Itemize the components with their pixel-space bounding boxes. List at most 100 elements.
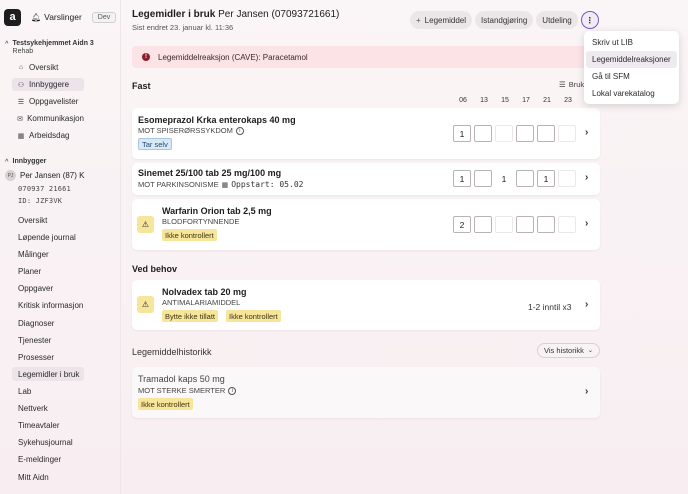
dose-cell-21[interactable] — [537, 216, 555, 233]
last-changed: Sist endret 23. januar kl. 11:36 — [132, 23, 234, 32]
patient-nav-nettverk[interactable]: Nettverk — [12, 401, 84, 415]
alerts-label: Varslinger — [44, 12, 82, 22]
show-history-button[interactable]: Vis historikk ⌄ — [537, 343, 600, 358]
unit-sub: Rehab — [12, 48, 34, 55]
fast-heading: Fast — [132, 81, 151, 91]
dose-cell-17[interactable] — [516, 170, 534, 187]
dose-cell-17[interactable] — [516, 216, 534, 233]
patient-row[interactable]: PJ Per Jansen (87) K — [5, 170, 84, 181]
page-title-patient: Per Jansen (07093721661) — [218, 9, 340, 20]
alerts-link[interactable]: 🔔︎ Varslinger — [31, 12, 82, 22]
people-icon: ⚇ — [17, 81, 25, 89]
medication-card-esomeprazol[interactable]: Esomeprazol Krka enterokaps 40 mg MOT SP… — [132, 108, 600, 159]
dose-cell-06[interactable]: 1 — [453, 125, 471, 142]
sidebar-item-oversikt[interactable]: ⌂ Oversikt — [12, 61, 84, 74]
dose-cell-23[interactable] — [558, 125, 576, 142]
dose-cell-06[interactable]: 1 — [453, 170, 471, 187]
dose-cell-13[interactable] — [474, 125, 492, 142]
chevron-right-icon[interactable]: › — [585, 299, 588, 310]
tag-tar-selv: Tar selv — [138, 138, 172, 150]
history-heading: Legemiddelhistorikk — [132, 347, 212, 357]
sidebar-item-innbyggere[interactable]: ⚇ Innbyggere — [12, 78, 84, 91]
dose-cell-15[interactable] — [495, 125, 513, 142]
patient-nav-mitt-aidn[interactable]: Mitt Aidn — [12, 470, 84, 484]
medication-card-tramadol[interactable]: Tramadol kaps 50 mg MOT STERKE SMERTER i… — [132, 367, 600, 418]
patient-nav-oversikt[interactable]: Oversikt — [12, 213, 84, 227]
exclamation-icon: ! — [142, 53, 150, 61]
sidebar-item-kommunikasjon[interactable]: ✉ Kommunikasjon — [12, 112, 84, 125]
warning-icon: ⚠ — [137, 216, 154, 233]
chevron-up-icon: ^ — [5, 41, 9, 47]
patient-nav-malinger[interactable]: Målinger — [12, 247, 84, 261]
medication-card-warfarin[interactable]: ⚠ Warfarin Orion tab 2,5 mg BLODFORTYNNE… — [132, 199, 600, 250]
dose-cell-21[interactable] — [537, 125, 555, 142]
patient-nav-e-meldinger[interactable]: E-meldinger — [12, 452, 84, 466]
dose-cell-06[interactable]: 2 — [453, 216, 471, 233]
more-options-button[interactable]: ⋮ — [580, 11, 599, 29]
patient-section-label: Innbygger — [12, 158, 47, 165]
info-icon[interactable]: i — [228, 386, 237, 395]
medication-indication: MOT PARKINSONISME ▦ Oppstart: 05.02 — [138, 180, 304, 189]
home-icon: ⌂ — [18, 64, 24, 71]
medication-card-sinemet[interactable]: Sinemet 25/100 tab 25 mg/100 mg MOT PARK… — [132, 163, 600, 195]
patient-nav-legemidler-i-bruk[interactable]: Legemidler i bruk — [12, 367, 84, 381]
menu-item-local-catalog[interactable]: Lokal varekatalog — [586, 85, 677, 102]
dose-cell-13[interactable] — [474, 170, 492, 187]
medication-name: Warfarin Orion tab 2,5 mg — [162, 206, 272, 216]
menu-item-drug-reactions[interactable]: Legemiddelreaksjoner — [586, 51, 677, 68]
aidn-logo[interactable]: a — [4, 8, 21, 26]
medication-card-nolvadex[interactable]: ⚠ Nolvadex tab 20 mg ANTIMALARIAMIDDEL B… — [132, 280, 600, 330]
unit-section-header[interactable]: ^ Testsykehjemmet Aidn 3 Rehab — [5, 40, 94, 55]
medication-name: Esomeprazol Krka enterokaps 40 mg — [138, 115, 296, 125]
patient-section-header[interactable]: ^ Innbygger — [5, 158, 46, 166]
sidebar-item-arbeidsdag[interactable]: ▦ Arbeidsdag — [12, 129, 84, 142]
patient-name: Per Jansen (87) K — [20, 171, 85, 180]
chevron-right-icon[interactable]: › — [585, 218, 588, 229]
tag-bytte-ikke-tillatt: Bytte ikke tillatt — [162, 310, 219, 322]
patient-nav-kritisk-informasjon[interactable]: Kritisk informasjon — [12, 298, 84, 312]
sidebar-item-oppgavelister[interactable]: ☰ Oppgavelister — [12, 95, 84, 108]
medication-name: Tramadol kaps 50 mg — [138, 374, 225, 384]
patient-nav-diagnoser[interactable]: Diagnoser — [12, 316, 84, 330]
page-title: Legemidler i bruk Per Jansen (0709372166… — [132, 9, 340, 20]
info-icon[interactable]: i — [235, 126, 244, 135]
dose-cell-13[interactable] — [474, 216, 492, 233]
start-date: Oppstart: 05.02 — [231, 180, 304, 189]
reconcile-button[interactable]: Istandgjøring — [475, 11, 534, 29]
dose-cell-15[interactable] — [495, 216, 513, 233]
patient-nav-planer[interactable]: Planer — [12, 264, 84, 278]
patient-nav-sykehusjournal[interactable]: Sykehusjournal — [12, 435, 84, 449]
topbar: a 🔔︎ Varslinger Dev — [4, 8, 117, 26]
header-actions: + Legemiddel Istandgjøring Utdeling ⋮ — [410, 11, 599, 29]
message-icon: ✉ — [17, 115, 23, 123]
sort-button[interactable]: ☰ Bruk — [559, 80, 584, 89]
sort-icon: ☰ — [559, 80, 566, 89]
patient-nav-oppgaver[interactable]: Oppgaver — [12, 281, 84, 295]
time-header-21: 21 — [543, 97, 551, 104]
tag-ikke-kontrollert: Ikke kontrollert — [138, 398, 193, 410]
patient-nav-lopende-journal[interactable]: Løpende journal — [12, 230, 84, 244]
patient-nav-timeavtaler[interactable]: Timeavtaler — [12, 418, 84, 432]
patient-nav-lab[interactable]: Lab — [12, 384, 84, 398]
dose-cell-15[interactable]: 1 — [495, 170, 513, 187]
patient-nav-tjenester[interactable]: Tjenester — [12, 333, 84, 347]
menu-item-print-lib[interactable]: Skriv ut LIB — [586, 34, 677, 51]
chevron-right-icon[interactable]: › — [585, 386, 588, 397]
time-header-15: 15 — [501, 97, 509, 104]
bell-icon: 🔔︎ — [31, 12, 42, 22]
chevron-right-icon[interactable]: › — [585, 172, 588, 183]
patient-ref-id: ID: JZF3VK — [18, 197, 63, 205]
patient-nav-prosesser[interactable]: Prosesser — [12, 350, 84, 364]
dose-cell-17[interactable] — [516, 125, 534, 142]
menu-item-go-to-sfm[interactable]: Gå til SFM — [586, 68, 677, 85]
dose-cell-21[interactable]: 1 — [537, 170, 555, 187]
chevron-right-icon[interactable]: › — [585, 127, 588, 138]
tag-ikke-kontrollert: Ikke kontrollert — [226, 310, 281, 322]
more-options-menu: Skriv ut LIB Legemiddelreaksjoner Gå til… — [584, 31, 679, 104]
dispense-button[interactable]: Utdeling — [536, 11, 578, 29]
chevron-up-icon: ^ — [5, 159, 9, 165]
dose-cell-23[interactable] — [558, 170, 576, 187]
add-medication-button[interactable]: + Legemiddel — [410, 11, 473, 29]
dose-cell-23[interactable] — [558, 216, 576, 233]
as-needed-heading: Ved behov — [132, 264, 178, 274]
